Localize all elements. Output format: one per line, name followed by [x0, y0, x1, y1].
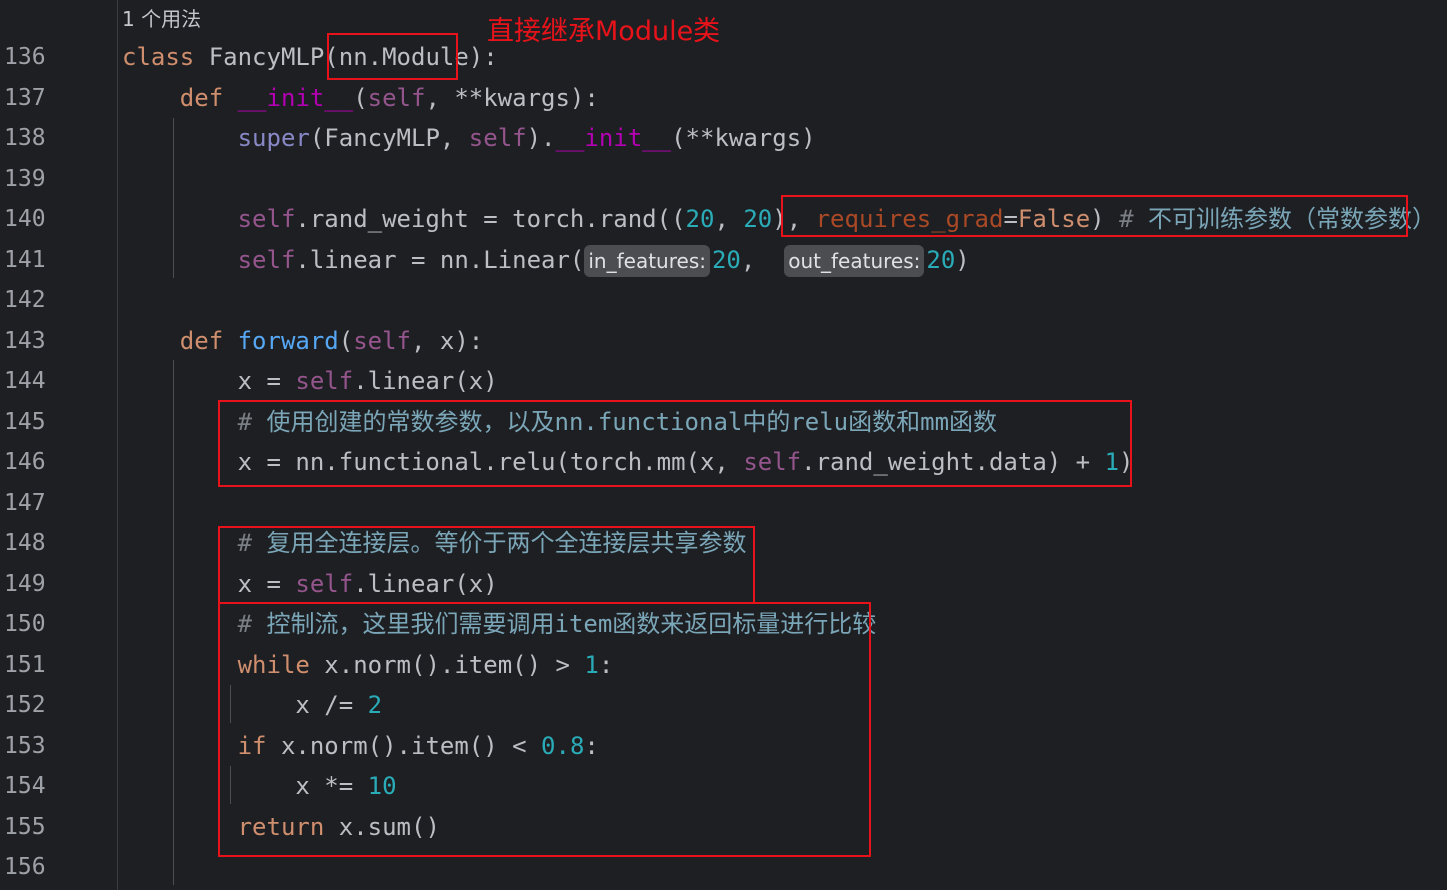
- code-line[interactable]: 136 class FancyMLP(nn.Module):: [0, 37, 1447, 77]
- line-number[interactable]: 151: [4, 645, 46, 685]
- line-number[interactable]: 145: [4, 402, 46, 442]
- code-token: .linear(x): [353, 367, 498, 395]
- code-token: self: [295, 367, 354, 395]
- annotation-label: 直接继承Module类: [487, 16, 721, 47]
- line-number[interactable]: 138: [4, 118, 46, 158]
- code-token: super: [237, 124, 310, 152]
- code-token: ,: [714, 205, 744, 233]
- highlight-box-requires-grad: [781, 195, 1408, 237]
- code-token: forward: [237, 326, 339, 355]
- code-line[interactable]: 139: [0, 159, 1447, 199]
- code-line[interactable]: 138 super(FancyMLP, self).__init__(**kwa…: [0, 118, 1447, 158]
- highlight-box-relu: [218, 400, 1132, 487]
- code-token: ,: [740, 245, 785, 274]
- code-token: (: [353, 83, 368, 112]
- code-line[interactable]: 137 def __init__(self, **kwargs):: [0, 78, 1447, 118]
- indent-guide: [173, 360, 174, 885]
- code-token: x =: [237, 367, 296, 395]
- code-line[interactable]: 142: [0, 280, 1447, 320]
- usage-hint[interactable]: 1 个用法: [122, 4, 201, 34]
- code-text[interactable]: def __init__(self, **kwargs):: [122, 78, 599, 118]
- code-token: 20: [926, 245, 956, 274]
- code-token: (**kwargs): [671, 124, 816, 152]
- parameter-hint: out_features:: [784, 244, 925, 277]
- line-number[interactable]: 143: [4, 321, 46, 361]
- line-number[interactable]: 154: [4, 766, 46, 806]
- code-text[interactable]: x = self.linear(x): [122, 361, 498, 401]
- line-number[interactable]: 150: [4, 604, 46, 644]
- code-editor[interactable]: 1 个用法 136 class FancyMLP(nn.Module): 137 d…: [0, 0, 1447, 890]
- code-line[interactable]: 141 self.linear = nn.Linear(in_features:…: [0, 240, 1447, 280]
- code-token: , x):: [411, 326, 484, 355]
- line-number[interactable]: 141: [4, 240, 46, 280]
- code-text[interactable]: def forward(self, x):: [122, 321, 483, 361]
- line-number[interactable]: 155: [4, 807, 46, 847]
- line-number[interactable]: 144: [4, 361, 46, 401]
- code-token: .linear = nn.Linear(: [295, 245, 585, 274]
- line-number[interactable]: 152: [4, 685, 46, 725]
- code-line[interactable]: 147: [0, 483, 1447, 523]
- parameter-hint: in_features:: [584, 244, 710, 277]
- code-token: 20: [711, 245, 741, 274]
- code-token: self: [353, 326, 411, 355]
- line-number[interactable]: 156: [4, 847, 46, 887]
- line-number[interactable]: 147: [4, 483, 46, 523]
- code-token: __init__: [237, 83, 354, 112]
- code-token: 20: [685, 205, 715, 233]
- highlight-box-control-flow: [218, 602, 871, 857]
- code-token: (FancyMLP,: [309, 124, 469, 152]
- line-number[interactable]: 146: [4, 442, 46, 482]
- code-token: __init__: [555, 124, 672, 152]
- code-token: def: [179, 326, 238, 355]
- code-token: self: [367, 83, 426, 112]
- code-token: (: [338, 326, 354, 355]
- code-token: ): [955, 245, 970, 274]
- line-number[interactable]: 139: [4, 159, 46, 199]
- code-token: class: [122, 43, 209, 71]
- code-text[interactable]: self.linear = nn.Linear(in_features: 20, …: [122, 240, 970, 280]
- code-token: 20: [743, 205, 773, 233]
- line-number[interactable]: 142: [4, 280, 46, 320]
- line-number[interactable]: 149: [4, 564, 46, 604]
- code-line[interactable]: 143 def forward(self, x):: [0, 321, 1447, 361]
- indent-guide: [173, 118, 174, 278]
- highlight-box-module: [327, 33, 458, 80]
- code-token: , **kwargs):: [425, 83, 599, 112]
- code-token: ).: [526, 124, 556, 152]
- code-token: def: [179, 83, 238, 112]
- code-text[interactable]: super(FancyMLP, self).__init__(**kwargs): [122, 118, 816, 158]
- line-number[interactable]: 140: [4, 199, 46, 239]
- line-number[interactable]: 153: [4, 726, 46, 766]
- line-number[interactable]: 148: [4, 523, 46, 563]
- line-number[interactable]: 137: [4, 78, 46, 118]
- code-token: self: [237, 205, 296, 233]
- code-token: FancyMLP(: [208, 43, 339, 71]
- code-line[interactable]: 144 x = self.linear(x): [0, 361, 1447, 401]
- code-token: self: [468, 124, 527, 152]
- code-token: self: [237, 245, 296, 274]
- code-token: .rand_weight = torch.rand((: [295, 205, 686, 233]
- line-number[interactable]: 136: [4, 37, 46, 77]
- highlight-box-reuse-linear: [218, 526, 755, 604]
